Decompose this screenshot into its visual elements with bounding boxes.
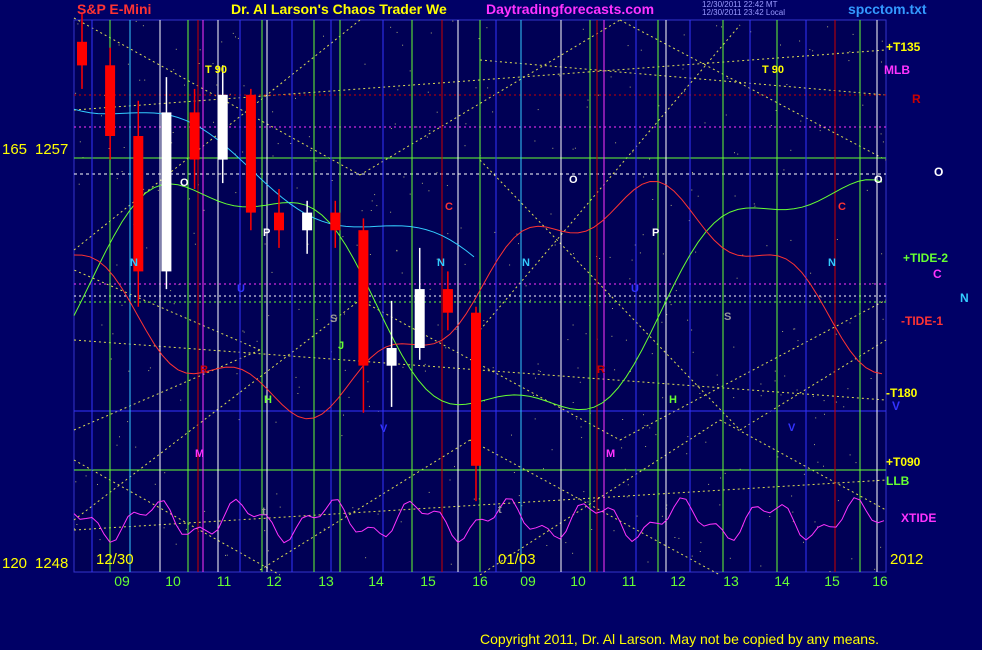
cycle-letter: H xyxy=(669,394,677,406)
cycle-letter: S xyxy=(330,313,337,325)
y-top-left-label: 165 xyxy=(2,141,28,158)
price-bar xyxy=(245,94,256,213)
x-tick-label: 12 xyxy=(266,573,282,589)
label-tide1: -TIDE-1 xyxy=(901,314,943,328)
price-bar xyxy=(133,136,144,272)
price-bar xyxy=(386,348,397,366)
x-tick-label: 11 xyxy=(622,573,637,589)
price-bar xyxy=(217,94,228,160)
x-tick-label: 14 xyxy=(368,573,384,589)
label-v: V xyxy=(892,399,901,413)
price-bar xyxy=(330,212,341,231)
x-tick-label: 16 xyxy=(872,573,888,589)
x-tick-label: 10 xyxy=(165,573,181,589)
x-tick-label: 13 xyxy=(723,573,739,589)
x-tick-label: 12 xyxy=(670,573,686,589)
copyright-notice: Copyright 2011, Dr. Al Larson. May not b… xyxy=(480,631,879,647)
cycle-letter: t xyxy=(262,506,266,518)
cycle-letter: N xyxy=(130,257,138,269)
data-file-name: spcctom.txt xyxy=(848,1,927,17)
y-bottom-left-label: 120 xyxy=(2,555,28,572)
chaos-trader-chart: T 90 N U P S J R H M Vt O C N T 90 N U P S R H M Vt O C N O 09 10 1… xyxy=(73,12,923,589)
label-t180: -T180 xyxy=(886,386,918,400)
label-r: R xyxy=(912,92,921,106)
y-top-price-label: 1257 xyxy=(35,141,69,158)
date-label: 12/30 xyxy=(96,551,134,568)
x-tick-label: 09 xyxy=(520,573,536,589)
cycle-letter: V xyxy=(788,422,796,434)
cycle-letter: U xyxy=(631,283,639,295)
cycle-letter: R xyxy=(597,364,605,376)
price-bar xyxy=(358,230,369,366)
price-bar xyxy=(414,289,425,348)
cycle-letter: N xyxy=(522,257,530,269)
y-bottom-price-label: 1248 xyxy=(35,555,69,572)
price-bar xyxy=(105,65,116,136)
date-label: 2012 xyxy=(890,551,923,568)
timestamp-local: 12/30/2011 23:42 Local xyxy=(702,8,786,17)
cycle-letter: R xyxy=(200,364,208,376)
x-tick-label: 10 xyxy=(570,573,586,589)
price-bar xyxy=(77,41,87,66)
price-bar xyxy=(161,112,172,272)
cycle-letter: P xyxy=(263,227,270,239)
site-link[interactable]: Daytradingforecasts.com xyxy=(486,1,654,17)
label-llb: LLB xyxy=(886,474,910,488)
symbol-title: S&P E-Mini xyxy=(77,1,152,17)
cycle-letter: U xyxy=(237,283,245,295)
cycle-letter: N xyxy=(828,257,836,269)
cycle-letter: T 90 xyxy=(762,64,784,76)
price-bar xyxy=(442,289,453,313)
x-tick-label: 14 xyxy=(774,573,790,589)
label-t135: +T135 xyxy=(886,40,921,54)
cycle-letter: H xyxy=(264,394,272,406)
label-t090: +T090 xyxy=(886,455,921,469)
cycle-letter: P xyxy=(652,227,659,239)
cycle-letter: M xyxy=(195,448,204,460)
price-bar xyxy=(302,212,313,231)
cycle-letter: O xyxy=(874,174,883,186)
cycle-letter: C xyxy=(838,201,846,213)
x-tick-label: 16 xyxy=(472,573,488,589)
cycle-letter: O xyxy=(180,177,189,189)
cycle-letter: S xyxy=(724,311,731,323)
label-n: N xyxy=(960,291,969,305)
cycle-letter: N xyxy=(437,257,445,269)
label-xtide: XTIDE xyxy=(901,511,937,525)
label-o: O xyxy=(934,165,944,179)
x-tick-label: 11 xyxy=(217,573,232,589)
cycle-letter: M xyxy=(606,448,615,460)
cycle-letter: J xyxy=(338,340,344,352)
label-tide2: +TIDE-2 xyxy=(903,251,949,265)
cycle-letter: t xyxy=(498,504,502,516)
x-tick-label: 09 xyxy=(114,573,130,589)
cycle-letter: C xyxy=(445,201,453,213)
chart-title: Dr. Al Larson's Chaos Trader We xyxy=(231,1,447,17)
cycle-letter: T 90 xyxy=(205,64,227,76)
date-label: 01/03 xyxy=(498,551,536,568)
price-bar xyxy=(471,312,481,466)
price-bar xyxy=(189,112,200,160)
cycle-letter: V xyxy=(380,423,388,435)
x-tick-label: 13 xyxy=(318,573,334,589)
label-mlb: MLB xyxy=(884,63,910,77)
price-bar xyxy=(274,212,284,231)
label-c: C xyxy=(933,267,942,281)
x-tick-label: 15 xyxy=(824,573,840,589)
x-tick-label: 15 xyxy=(420,573,436,589)
cycle-letter: O xyxy=(569,174,578,186)
